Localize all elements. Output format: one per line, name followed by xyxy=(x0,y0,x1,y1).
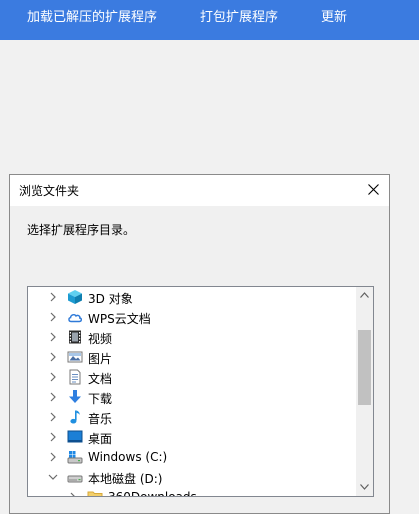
tree-item-label: Windows (C:) xyxy=(88,450,168,464)
pack-extension-button[interactable]: 打包扩展程序 xyxy=(200,0,278,40)
scroll-down-button[interactable] xyxy=(356,479,373,496)
tree-item-label: 桌面 xyxy=(88,432,113,446)
chevron-right-icon xyxy=(50,412,56,422)
tree-item-label: WPS云文档 xyxy=(88,312,151,326)
chevron-right-icon xyxy=(50,292,56,302)
documents-folder-icon xyxy=(67,369,83,385)
pictures-folder-icon xyxy=(67,349,83,365)
tree-item-label: 下载 xyxy=(88,392,113,406)
folder-icon xyxy=(87,489,103,496)
chevron-right-icon xyxy=(70,492,75,496)
tree-item-label: 360Downloads xyxy=(108,490,197,496)
chevron-right-icon xyxy=(50,392,56,402)
tree-item[interactable]: 文档 xyxy=(28,367,356,387)
vertical-scrollbar[interactable] xyxy=(356,287,373,496)
folder-tree[interactable]: 3D 对象 WPS云文档 视频图片文档下载音乐桌面 Windows (C:) 本地磁盘 … xyxy=(27,286,374,497)
tree-item[interactable]: 音乐 xyxy=(28,407,356,427)
tree-item[interactable]: 本地磁盘 (D:) xyxy=(28,467,356,487)
cloud-icon xyxy=(67,309,83,325)
video-folder-icon xyxy=(67,329,83,345)
tree-item[interactable]: 360Downloads xyxy=(28,487,356,496)
close-button[interactable] xyxy=(357,175,389,206)
dialog-prompt: 选择扩展程序目录。 xyxy=(27,223,136,237)
tree-item-label: 3D 对象 xyxy=(88,292,133,306)
tree-item-label: 图片 xyxy=(88,352,113,366)
dialog-title: 浏览文件夹 xyxy=(19,184,80,198)
tree-item[interactable]: 下载 xyxy=(28,387,356,407)
chevron-up-icon xyxy=(360,292,369,298)
top-toolbar: 加载已解压的扩展程序 打包扩展程序 更新 xyxy=(0,0,419,40)
desktop-icon xyxy=(67,429,83,445)
chevron-down-icon xyxy=(48,474,58,480)
scrollbar-thumb[interactable] xyxy=(358,330,371,405)
browse-folder-dialog: 浏览文件夹 选择扩展程序目录。 3D 对象 WPS云文档 视频图片文档下载音乐桌面 W… xyxy=(9,174,390,514)
music-note-icon xyxy=(67,409,83,425)
chevron-right-icon xyxy=(50,352,56,362)
tree-item[interactable]: 图片 xyxy=(28,347,356,367)
chevron-down-icon xyxy=(360,484,369,490)
tree-item[interactable]: WPS云文档 xyxy=(28,307,356,327)
tree-item-label: 音乐 xyxy=(88,412,113,426)
folder-tree-list: 3D 对象 WPS云文档 视频图片文档下载音乐桌面 Windows (C:) 本地磁盘 … xyxy=(28,287,356,496)
windows-drive-icon xyxy=(67,449,83,465)
tree-item[interactable]: 3D 对象 xyxy=(28,287,356,307)
tree-item-label: 本地磁盘 (D:) xyxy=(88,472,163,486)
load-unpacked-button[interactable]: 加载已解压的扩展程序 xyxy=(27,0,157,40)
chevron-right-icon xyxy=(50,452,56,462)
tree-item[interactable]: 桌面 xyxy=(28,427,356,447)
chevron-right-icon xyxy=(50,332,56,342)
tree-item[interactable]: 视频 xyxy=(28,327,356,347)
close-icon xyxy=(368,184,379,195)
tree-item-label: 视频 xyxy=(88,332,113,346)
chevron-right-icon xyxy=(50,372,56,382)
tree-item[interactable]: Windows (C:) xyxy=(28,447,356,467)
scroll-up-button[interactable] xyxy=(356,287,373,304)
update-button[interactable]: 更新 xyxy=(321,0,347,40)
3d-objects-icon xyxy=(67,289,83,305)
dialog-title-bar[interactable]: 浏览文件夹 xyxy=(10,175,389,206)
chevron-right-icon xyxy=(50,432,56,442)
download-arrow-icon xyxy=(67,389,83,405)
chevron-right-icon xyxy=(50,312,56,322)
drive-icon xyxy=(67,469,83,485)
tree-item-label: 文档 xyxy=(88,372,113,386)
